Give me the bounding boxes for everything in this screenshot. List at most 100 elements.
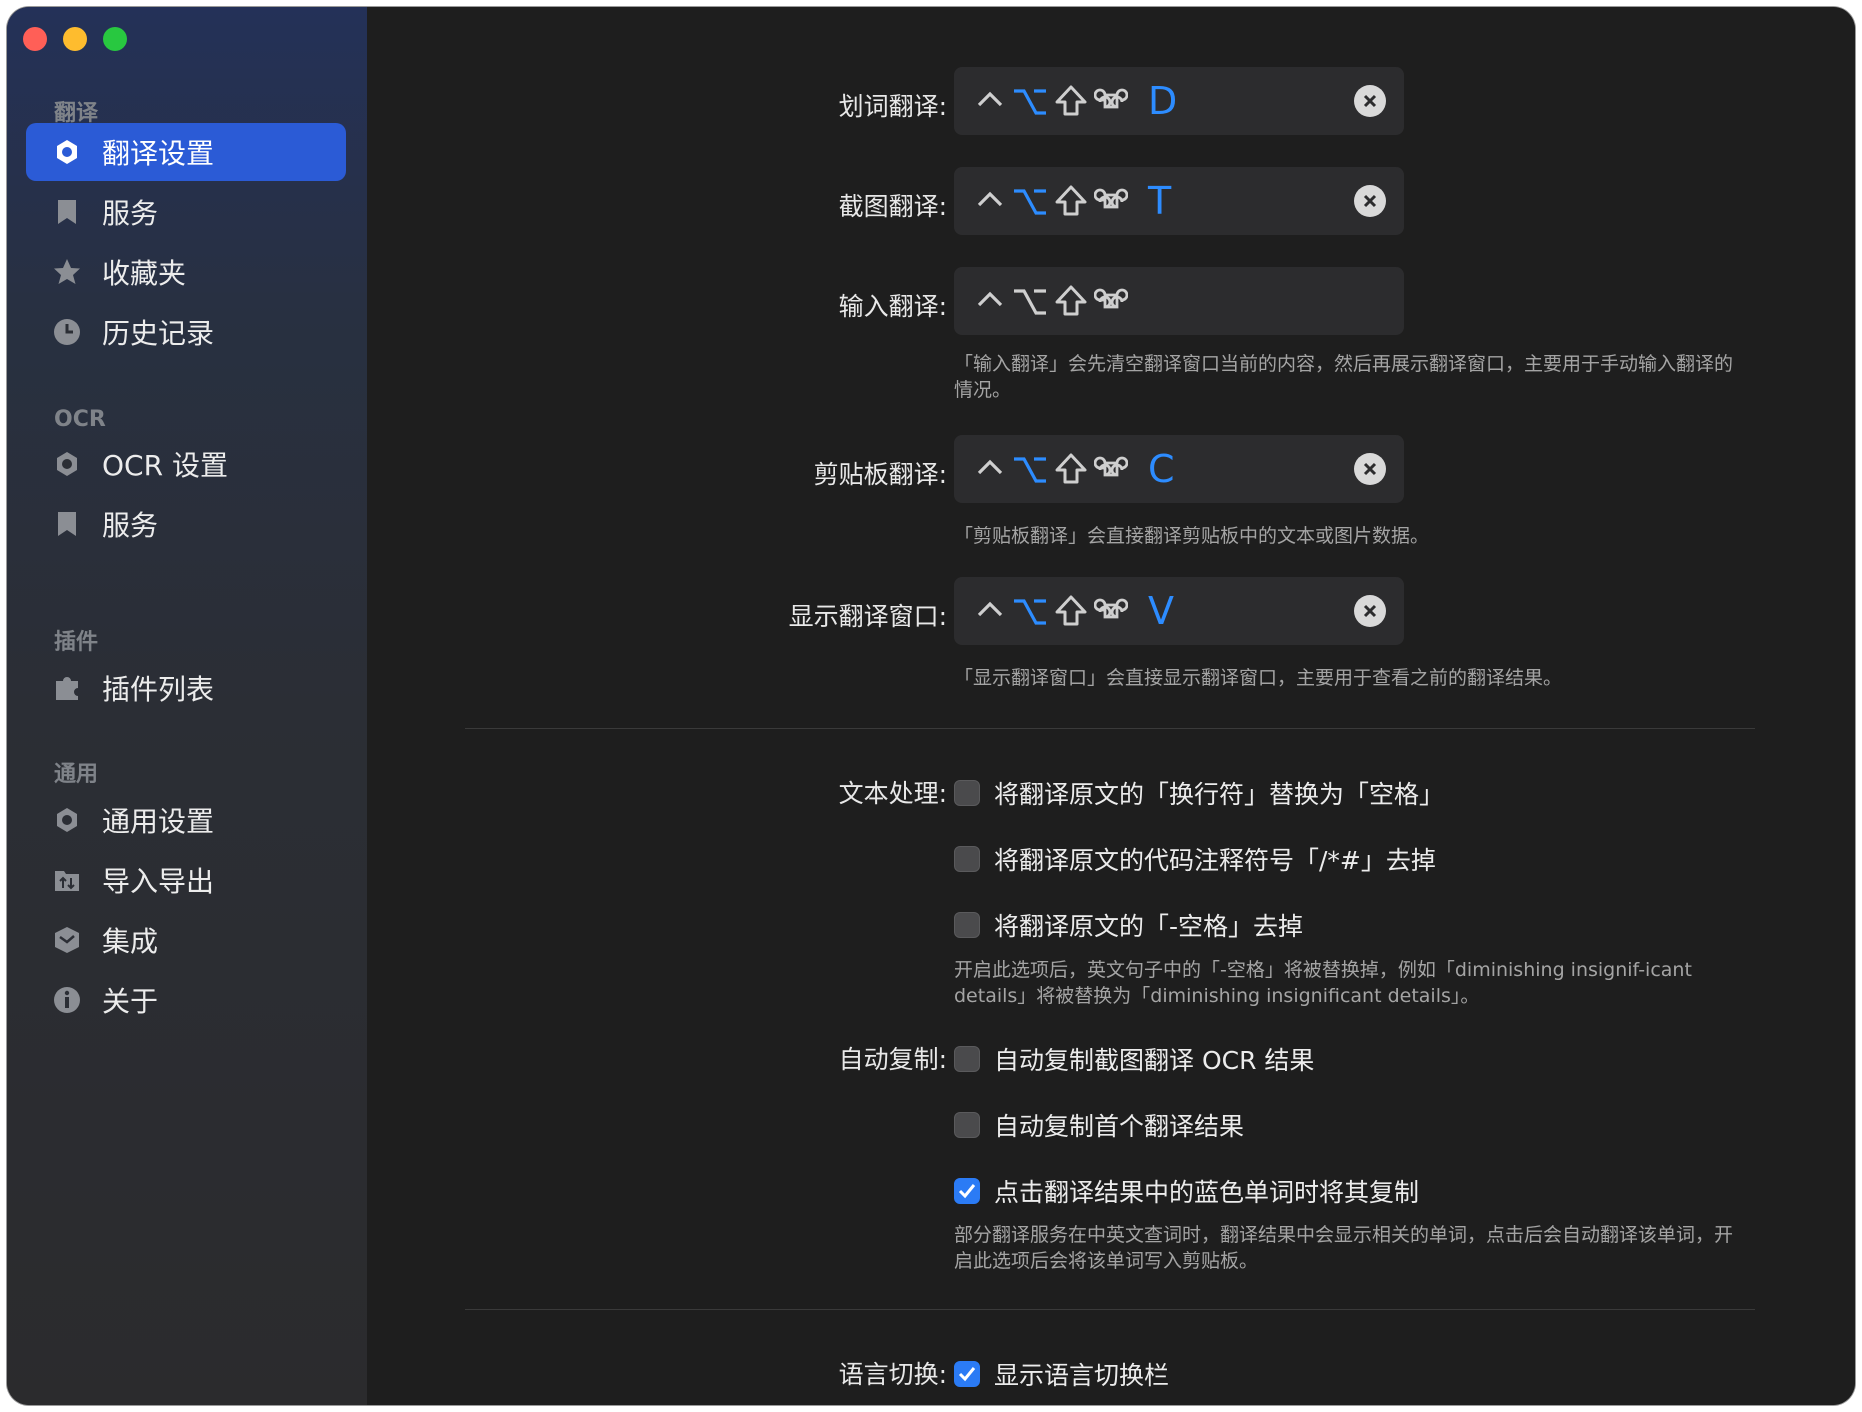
checkbox-row-remove-dash-space[interactable]: 将翻译原文的「-空格」去掉: [954, 907, 1303, 943]
shift-key-icon: [1055, 453, 1087, 484]
checkbox-label: 将翻译原文的「-空格」去掉: [994, 912, 1304, 941]
bookmark-icon: [52, 197, 82, 227]
folder-transfer-icon: [52, 865, 82, 895]
checkbox[interactable]: [954, 912, 980, 938]
hotkey-letter: C: [1148, 447, 1175, 491]
sidebar-item-label: 通用设置: [102, 805, 215, 838]
control-key-icon: [977, 291, 1003, 307]
gear-icon: [52, 805, 82, 835]
settings-content: 划词翻译: D 截图翻译: T 输入翻译: 「输入翻译」会先清空翻译窗口当前的内…: [367, 7, 1855, 1405]
note-input-translate: 「输入翻译」会先清空翻译窗口当前的内容，然后再展示翻译窗口，主要用于手动输入翻译…: [954, 353, 1734, 401]
hotkey-field-screenshot-translate[interactable]: T: [954, 167, 1404, 235]
app-window: 翻译 翻译设置 服务 收藏夹 历史记录 OCR OCR 设置 服务 插件 插件列…: [7, 7, 1855, 1405]
checkbox-checked[interactable]: [954, 1178, 980, 1204]
cube-icon: [52, 925, 82, 955]
checkbox-row-remove-comment-symbols[interactable]: 将翻译原文的代码注释符号「/*#」去掉: [954, 841, 1436, 877]
checkbox-label: 自动复制截图翻译 OCR 结果: [994, 1046, 1315, 1075]
note-dash-space: 开启此选项后，英文句子中的「-空格」将被替换掉，例如「diminishing i…: [954, 959, 1692, 1007]
window-controls: [23, 27, 127, 51]
modifier-keys: T: [974, 177, 1171, 225]
hotkey-letter: T: [1148, 179, 1172, 223]
language-switch-label: 语言切换:: [838, 1360, 947, 1389]
sidebar-item-about[interactable]: 关于: [26, 971, 346, 1029]
puzzle-icon: [52, 673, 82, 703]
hotkey-field-input-translate[interactable]: [954, 267, 1404, 335]
auto-copy-label: 自动复制:: [838, 1045, 947, 1074]
control-key-icon: [977, 91, 1003, 107]
text-processing-label: 文本处理:: [838, 779, 947, 808]
note-blue-word: 部分翻译服务在中英文查词时，翻译结果中会显示相关的单词，点击后会自动翻译该单词，…: [954, 1224, 1734, 1272]
sidebar-item-label: 翻译设置: [102, 137, 215, 170]
divider: [465, 1309, 1755, 1310]
checkbox-row-copy-ocr[interactable]: 自动复制截图翻译 OCR 结果: [954, 1041, 1314, 1077]
hotkey-field-clipboard-translate[interactable]: C: [954, 435, 1404, 503]
checkmark-icon: [958, 1184, 976, 1199]
section-title-general: 通用: [54, 762, 99, 787]
option-key-icon: [1014, 289, 1046, 315]
sidebar-item-label: 集成: [102, 925, 159, 958]
info-icon: [52, 985, 82, 1015]
checkbox-label: 自动复制首个翻译结果: [994, 1112, 1245, 1141]
note-show-window: 「显示翻译窗口」会直接显示翻译窗口，主要用于查看之前的翻译结果。: [954, 667, 1563, 689]
minimize-window-button[interactable]: [63, 27, 87, 51]
sidebar-item-favorites[interactable]: 收藏夹: [26, 243, 346, 301]
option-key-icon: [1014, 457, 1046, 483]
sidebar-item-history[interactable]: 历史记录: [26, 303, 346, 361]
sidebar-item-general-settings[interactable]: 通用设置: [26, 791, 346, 849]
checkbox[interactable]: [954, 1112, 980, 1138]
close-icon: [1363, 194, 1377, 208]
hotkey-letter: V: [1148, 589, 1174, 633]
shift-key-icon: [1055, 85, 1087, 116]
checkbox-label: 将翻译原文的「换行符」替换为「空格」: [994, 780, 1445, 809]
command-key-icon: [1094, 456, 1128, 477]
checkbox-label: 显示语言切换栏: [994, 1361, 1170, 1390]
checkmark-icon: [958, 1367, 976, 1382]
sidebar-item-label: 收藏夹: [102, 257, 187, 290]
sidebar-item-plugin-list[interactable]: 插件列表: [26, 659, 346, 717]
hotkey-label-show-window: 显示翻译窗口:: [788, 602, 947, 631]
sidebar-item-translate-settings[interactable]: 翻译设置: [26, 123, 346, 181]
section-title-plugins: 插件: [54, 630, 99, 655]
bookmark-icon: [52, 509, 82, 539]
hotkey-label-input-translate: 输入翻译:: [838, 292, 947, 321]
sidebar: 翻译 翻译设置 服务 收藏夹 历史记录 OCR OCR 设置 服务 插件 插件列…: [7, 7, 367, 1405]
divider: [465, 728, 1755, 729]
clock-icon: [52, 317, 82, 347]
checkbox[interactable]: [954, 1046, 980, 1072]
clear-hotkey-button[interactable]: [1354, 595, 1386, 627]
option-key-icon: [1014, 89, 1046, 115]
sidebar-item-import-export[interactable]: 导入导出: [26, 851, 346, 909]
sidebar-item-label: 服务: [102, 197, 159, 230]
control-key-icon: [977, 601, 1003, 617]
hotkey-field-show-window[interactable]: V: [954, 577, 1404, 645]
checkbox-row-show-language-bar[interactable]: 显示语言切换栏: [954, 1356, 1169, 1392]
shift-key-icon: [1055, 595, 1087, 626]
hotkey-label-screenshot-translate: 截图翻译:: [838, 192, 947, 221]
checkbox[interactable]: [954, 780, 980, 806]
gear-icon: [52, 137, 82, 167]
zoom-window-button[interactable]: [103, 27, 127, 51]
sidebar-item-label: 导入导出: [102, 865, 215, 898]
checkbox-row-copy-first-result[interactable]: 自动复制首个翻译结果: [954, 1107, 1244, 1143]
hotkey-field-select-translate[interactable]: D: [954, 67, 1404, 135]
clear-hotkey-button[interactable]: [1354, 453, 1386, 485]
shift-key-icon: [1055, 285, 1087, 316]
sidebar-item-label: 服务: [102, 509, 159, 542]
checkbox-row-copy-blue-word[interactable]: 点击翻译结果中的蓝色单词时将其复制: [954, 1173, 1419, 1209]
control-key-icon: [977, 459, 1003, 475]
clear-hotkey-button[interactable]: [1354, 85, 1386, 117]
checkbox-row-newline-to-space[interactable]: 将翻译原文的「换行符」替换为「空格」: [954, 775, 1444, 811]
sidebar-item-services[interactable]: 服务: [26, 183, 346, 241]
control-key-icon: [977, 191, 1003, 207]
checkbox-checked[interactable]: [954, 1361, 980, 1387]
sidebar-item-integration[interactable]: 集成: [26, 911, 346, 969]
checkbox[interactable]: [954, 846, 980, 872]
close-window-button[interactable]: [23, 27, 47, 51]
sidebar-item-ocr-settings[interactable]: OCR 设置: [26, 435, 346, 493]
sidebar-item-label: 插件列表: [102, 673, 215, 706]
clear-hotkey-button[interactable]: [1354, 185, 1386, 217]
gear-icon: [52, 449, 82, 479]
modifier-keys: [974, 277, 1148, 325]
sidebar-item-ocr-services[interactable]: 服务: [26, 495, 346, 553]
close-icon: [1363, 462, 1377, 476]
